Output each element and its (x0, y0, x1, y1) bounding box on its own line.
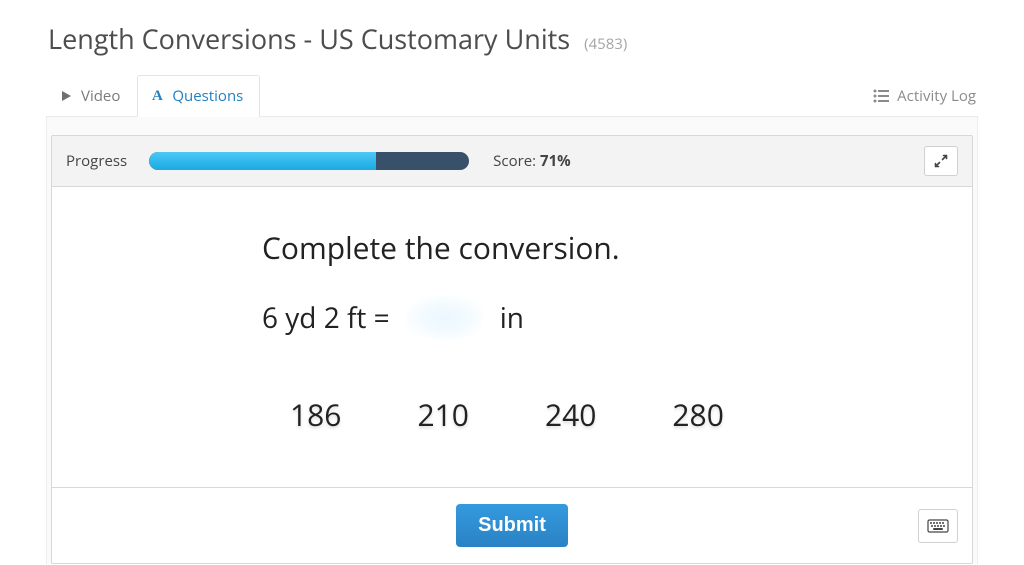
progress-label: Progress (66, 151, 127, 171)
letter-a-icon: A (150, 89, 164, 103)
option-3[interactable]: 280 (662, 390, 733, 439)
option-2[interactable]: 240 (535, 390, 606, 439)
progress-fill (149, 152, 376, 170)
card-footer: Submit (52, 487, 972, 563)
option-1[interactable]: 210 (407, 390, 478, 439)
score-label: Score: (493, 151, 536, 171)
card-header: Progress Score: 71% (52, 136, 972, 187)
expand-icon (934, 154, 948, 168)
question-equation: 6 yd 2 ft = in (262, 296, 972, 340)
tab-video-label: Video (81, 86, 120, 106)
keyboard-button[interactable] (918, 509, 958, 543)
page-title-count: (4583) (584, 34, 627, 54)
question-body: Complete the conversion. 6 yd 2 ft = in … (52, 187, 972, 487)
list-icon (873, 89, 889, 103)
page-title: Length Conversions - US Customary Units (48, 20, 570, 57)
tab-questions-label: Questions (172, 86, 243, 106)
question-card: Progress Score: 71% (51, 135, 973, 564)
tab-video[interactable]: Video (46, 75, 137, 116)
question-prompt: Complete the conversion. (262, 227, 972, 268)
activity-log-label: Activity Log (897, 86, 976, 106)
answer-blank[interactable] (406, 296, 484, 340)
score-value: 71% (540, 151, 571, 171)
fullscreen-button[interactable] (924, 146, 958, 176)
keyboard-icon (927, 519, 949, 533)
tab-bar: Video A Questions Activity Log (46, 75, 978, 117)
tab-questions[interactable]: A Questions (137, 75, 260, 117)
answer-options: 186 210 240 280 (262, 390, 972, 439)
option-0[interactable]: 186 (280, 390, 351, 439)
equation-lhs: 6 yd 2 ft = (262, 299, 390, 337)
page-title-row: Length Conversions - US Customary Units … (48, 20, 978, 57)
play-icon (59, 89, 73, 103)
equation-unit: in (500, 299, 524, 337)
progress-bar (149, 152, 469, 170)
score-text: Score: 71% (493, 151, 571, 171)
activity-log-link[interactable]: Activity Log (861, 75, 978, 116)
submit-button[interactable]: Submit (456, 504, 568, 547)
